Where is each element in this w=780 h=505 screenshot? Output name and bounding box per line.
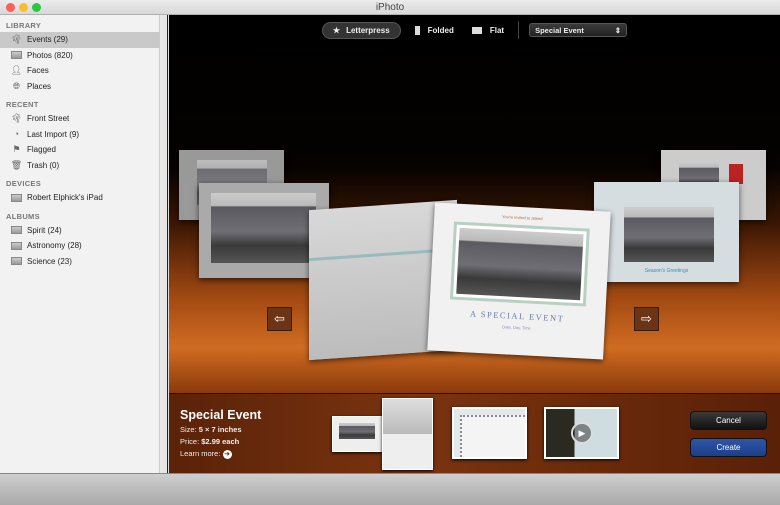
sidebar-item-astronomy[interactable]: Astronomy (28)	[0, 238, 159, 254]
sidebar-item-science[interactable]: Science (23)	[0, 254, 159, 270]
sidebar-item-faces[interactable]: 👤︎ Faces	[0, 63, 159, 79]
title-bar: iPhoto	[0, 0, 780, 15]
trash-icon: 🗑︎	[10, 159, 23, 170]
minimize-button[interactable]	[19, 3, 28, 12]
flag-icon: ⚑	[12, 144, 21, 155]
sidebar-item-photos[interactable]: Photos (820)	[0, 48, 159, 64]
next-arrow-button[interactable]: ⇨	[634, 307, 659, 331]
sidebar-item-flagged[interactable]: ⚑ Flagged	[0, 142, 159, 158]
folded-label: Folded	[427, 25, 454, 35]
card-name: Special Event	[180, 408, 262, 422]
size-label: Size:	[180, 425, 197, 434]
sidebar-item-ipad[interactable]: Robert Elphick's iPad	[0, 190, 159, 206]
star-icon: ★	[332, 25, 341, 35]
clock-icon: ◔	[13, 129, 20, 140]
item-label: Robert Elphick's iPad	[27, 193, 103, 203]
toolbar-divider	[518, 21, 520, 39]
ipad-icon	[11, 193, 22, 203]
palm-tree-icon: 🌴︎	[10, 34, 23, 45]
price-label: Price:	[180, 437, 200, 446]
album-icon	[11, 225, 22, 235]
palm-tree-icon: 🌴︎	[10, 113, 23, 124]
item-label: Places	[27, 81, 52, 91]
close-button[interactable]	[6, 3, 15, 12]
card-preview[interactable]: Season's Greetings	[594, 182, 739, 282]
item-label: Faces	[27, 66, 49, 76]
sidebar-item-spirit[interactable]: Spirit (24)	[0, 223, 159, 239]
sidebar-item-front-street[interactable]: 🌴︎ Front Street	[0, 111, 159, 127]
card-details-panel: Special Event Size: 5 × 7 inches Price: …	[169, 393, 780, 473]
cancel-button[interactable]: Cancel	[690, 411, 767, 430]
sidebar-item-events[interactable]: 🌴︎ Events (29)	[0, 32, 159, 48]
sidebar-item-places[interactable]: 🌐︎ Places	[0, 79, 159, 95]
sidebar-splitter[interactable]	[160, 15, 168, 473]
thumbnail-letterpress-detail[interactable]	[452, 407, 527, 459]
globe-icon: 🌐︎	[12, 80, 21, 91]
section-library: LIBRARY	[6, 21, 42, 30]
item-label: Trash (0)	[27, 160, 60, 170]
flat-card-icon	[471, 26, 482, 34]
flat-button[interactable]: Flat	[468, 23, 508, 38]
photos-icon	[11, 50, 22, 60]
stocking-graphic	[729, 164, 743, 184]
item-label: Astronomy (28)	[27, 241, 82, 251]
card-toolbar: ★ Letterpress Folded Flat Special Event ⇕	[169, 21, 780, 39]
thumbnail-inside[interactable]	[382, 398, 433, 470]
zoom-button[interactable]	[32, 3, 41, 12]
arrow-circle-icon: ➜	[222, 450, 232, 459]
item-label: Last Import (9)	[27, 129, 80, 139]
selected-card[interactable]: You're invited to attend A SPECIAL EVENT…	[427, 202, 611, 360]
create-button[interactable]: Create	[690, 438, 767, 457]
theme-select[interactable]: Special Event ⇕	[529, 23, 628, 37]
price-row: Price: $2.99 each	[180, 437, 261, 446]
item-label: Flagged	[27, 145, 56, 155]
folded-button[interactable]: Folded	[411, 23, 458, 38]
letterpress-button[interactable]: ★ Letterpress	[321, 21, 401, 39]
greeting-text: Season's Greetings	[644, 268, 689, 274]
item-label: Science (23)	[27, 256, 72, 266]
letterpress-label: Letterpress	[346, 25, 390, 35]
theme-value: Special Event	[535, 26, 584, 35]
section-recent: RECENT	[6, 100, 39, 109]
price-value: $2.99 each	[201, 437, 240, 446]
section-albums: ALBUMS	[6, 211, 40, 221]
item-label: Photos (820)	[27, 50, 73, 60]
item-label: Events (29)	[27, 35, 68, 45]
play-icon: ▶	[571, 422, 593, 444]
previous-arrow-button[interactable]: ⇦	[267, 307, 292, 331]
window-title: iPhoto	[375, 2, 405, 13]
learn-more-label: Learn more:	[180, 449, 221, 458]
bottom-toolbar	[0, 473, 780, 505]
thumbnail-front[interactable]	[332, 416, 382, 452]
size-row: Size: 5 × 7 inches	[180, 425, 261, 434]
folded-card-icon	[414, 25, 420, 35]
person-icon: 👤︎	[10, 65, 23, 76]
sidebar-item-last-import[interactable]: ◔ Last Import (9)	[0, 127, 159, 143]
storefront-photo	[456, 227, 584, 301]
card-carousel: ★ Letterpress Folded Flat Special Event ⇕ …	[169, 15, 780, 393]
item-label: Front Street	[27, 114, 70, 124]
album-icon	[11, 241, 22, 251]
item-label: Spirit (24)	[27, 225, 62, 235]
thumbnail-video[interactable]: ▶	[544, 407, 619, 459]
flat-label: Flat	[489, 25, 505, 35]
section-devices: DEVICES	[6, 179, 42, 188]
sidebar: LIBRARY 🌴︎ Events (29) Photos (820) 👤︎ Fac…	[0, 15, 160, 473]
size-value: 5 × 7 inches	[198, 425, 242, 434]
updown-chevron-icon: ⇕	[614, 26, 622, 35]
learn-more-link[interactable]: Learn more: ➜	[180, 449, 261, 459]
photo-frame	[449, 221, 590, 307]
sidebar-item-trash[interactable]: 🗑︎ Trash (0)	[0, 158, 159, 174]
album-icon	[11, 256, 22, 266]
